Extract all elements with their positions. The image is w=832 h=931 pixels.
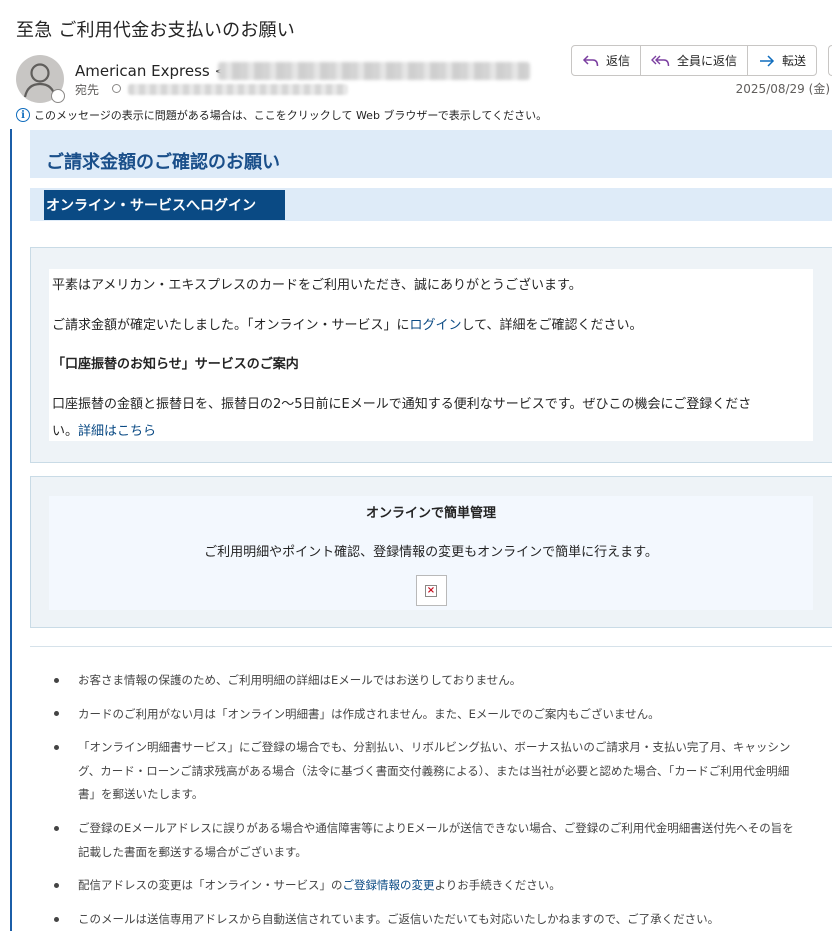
- bullet-icon: [54, 826, 59, 831]
- broken-image-icon: ×: [416, 575, 447, 606]
- note-item-5: 配信アドレスの変更は「オンライン・サービス」のご登録情報の変更よりお手続きくださ…: [78, 873, 561, 897]
- bullet-icon: [54, 711, 59, 716]
- header-title: ご請求金額のご確認のお願い: [46, 152, 280, 173]
- details-link[interactable]: 詳細はこちら: [78, 424, 156, 439]
- billing-confirmed-paragraph: ご請求金額が確定いたしました。「オンライン・サービス」にログインして、詳細をご確…: [52, 314, 643, 333]
- info-icon: i: [16, 108, 30, 122]
- section-heading: 「口座振替のお知らせ」サービスのご案内: [52, 357, 299, 372]
- sender-name[interactable]: American Express <: [75, 62, 227, 80]
- bullet-icon: [54, 917, 59, 922]
- online-service-login-button[interactable]: オンライン・サービスへログイン: [44, 190, 285, 220]
- to-label: 宛先: [75, 83, 100, 97]
- reply-all-button[interactable]: 全員に返信: [641, 46, 749, 75]
- message-action-bar: 返信 全員に返信 転送: [571, 45, 818, 76]
- note-item-4-line2: 記載した書面を郵送する場合がございます。: [78, 845, 307, 859]
- bullet-icon: [54, 883, 59, 888]
- reply-label: 返信: [606, 54, 631, 68]
- presence-status-icon: [51, 89, 65, 103]
- bullet-icon: [54, 745, 59, 750]
- online-heading: オンラインで簡単管理: [365, 506, 496, 521]
- login-button-label: オンライン・サービスへログイン: [46, 198, 256, 214]
- info-bar[interactable]: i このメッセージの表示に問題がある場合は、ここをクリックして Web ブラウザ…: [16, 107, 547, 123]
- bullet-icon: [54, 678, 59, 683]
- section-divider: [30, 646, 832, 647]
- recipient-presence-icon: [112, 84, 121, 93]
- email-subject: 至急 ご利用代金お支払いのお願い: [16, 20, 295, 41]
- note-item-3-line2: グ、カード・ローンご請求残高がある場合（法令に基づく書面交付義務による）、または…: [78, 764, 790, 778]
- online-description: ご利用明細やポイント確認、登録情報の変更もオンラインで簡単に行えます。: [204, 545, 658, 560]
- reply-all-label: 全員に返信: [677, 54, 738, 68]
- login-link[interactable]: ログイン: [410, 318, 462, 333]
- forward-label: 転送: [782, 54, 807, 68]
- p2-text-pre: ご請求金額が確定いたしました。「オンライン・サービス」に: [52, 318, 410, 333]
- note-item-1: お客さま情報の保護のため、ご利用明細の詳細はEメールではお送りしておりません。: [78, 673, 522, 687]
- note-item-3-line3: 書」を郵送いたします。: [78, 787, 204, 801]
- recipient-email-redacted: [128, 84, 348, 95]
- note-item-2: カードのご利用がない月は「オンライン明細書」は作成されません。また、Eメールでの…: [78, 707, 660, 721]
- p3-text-pre: い。: [52, 424, 79, 439]
- service-description-line2: い。詳細はこちら: [52, 420, 156, 439]
- greeting-paragraph: 平素はアメリカン・エキスプレスのカードをご利用いただき、誠にありがとうございます…: [52, 278, 582, 293]
- registration-change-link[interactable]: ご登録情報の変更: [343, 878, 435, 892]
- more-actions-button[interactable]: [828, 45, 832, 76]
- reply-all-icon: [651, 55, 670, 66]
- p2-text-post: して、詳細をご確認ください。: [461, 318, 643, 333]
- email-date: 2025/08/29 (金): [735, 82, 830, 96]
- service-description-line1: 口座振替の金額と振替日を、振替日の2〜5日前にEメールで通知する便利なサービスで…: [52, 397, 752, 412]
- info-bar-text[interactable]: このメッセージの表示に問題がある場合は、ここをクリックして Web ブラウザーで…: [34, 107, 547, 123]
- note-item-6: このメールは送信専用アドレスから自動送信されています。ご返信いただいても対応いた…: [78, 912, 720, 926]
- forward-arrow-icon: [760, 54, 775, 67]
- n5-text-post: よりお手続きください。: [434, 878, 561, 892]
- reply-icon: [582, 54, 599, 66]
- n5-text-pre: 配信アドレスの変更は「オンライン・サービス」の: [78, 878, 343, 892]
- note-item-4-line1: ご登録のEメールアドレスに誤りがある場合や通信障害等によりEメールが送信できない…: [78, 821, 794, 835]
- reply-button[interactable]: 返信: [572, 46, 642, 75]
- note-item-3-line1: 「オンライン明細書サービス」にご登録の場合でも、分割払い、リボルビング払い、ボー…: [78, 740, 791, 754]
- sender-email-redacted: [218, 62, 530, 80]
- forward-button[interactable]: 転送: [748, 46, 816, 75]
